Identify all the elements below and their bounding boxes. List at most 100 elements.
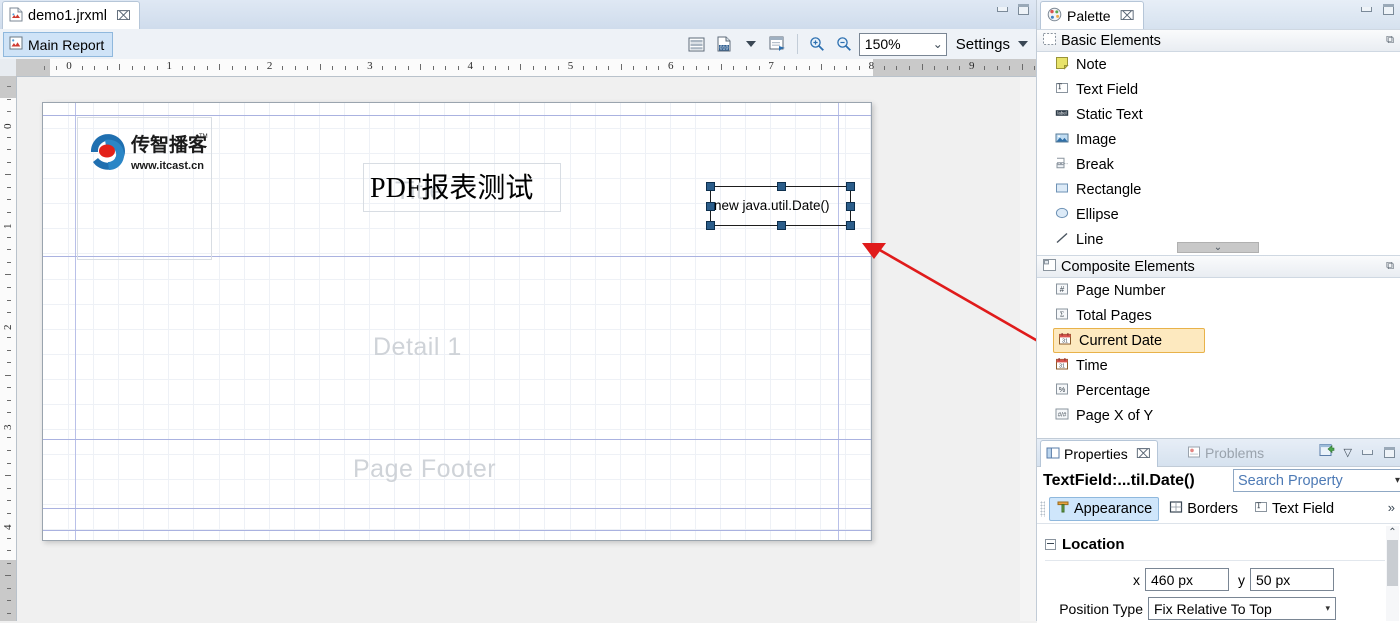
maximize-icon[interactable] <box>1383 446 1396 458</box>
grid-line <box>745 103 746 540</box>
properties-object-title: TextField:...til.Date() <box>1043 471 1195 489</box>
ruler-tick <box>520 64 522 70</box>
preview-icon[interactable] <box>766 32 790 56</box>
palette-item-rectangle[interactable]: Rectangle <box>1037 177 1400 202</box>
ruler-tick <box>119 64 121 70</box>
drawer-title: Composite Elements <box>1061 258 1195 275</box>
x-input[interactable]: 460 px <box>1145 568 1229 591</box>
palette-item-note[interactable]: Note <box>1037 52 1400 77</box>
tab-borders[interactable]: Borders <box>1163 498 1244 520</box>
bands-icon[interactable] <box>685 32 709 56</box>
ruler-tick <box>7 136 11 138</box>
drag-grip[interactable] <box>1040 500 1045 517</box>
selection-handle[interactable] <box>846 221 855 230</box>
drawer-header-composite-elements[interactable]: Composite Elements ⧉ <box>1037 255 1400 278</box>
tab-appearance[interactable]: Appearance <box>1049 496 1160 521</box>
palette-item-static-text[interactable]: label Static Text <box>1037 102 1400 127</box>
ruler-tick <box>81 66 83 70</box>
editor-tab-demo1-jrxml[interactable]: demo1.jrxml ⌧ <box>2 1 140 30</box>
palette-item-current-date[interactable]: 31 Current Date <box>1053 328 1205 353</box>
ruler-tick <box>959 66 961 70</box>
editor-toolbar-buttons: 010 150% ⌄ Settings <box>685 29 1032 59</box>
palette-scroll-down[interactable]: ⌄ <box>1177 242 1259 253</box>
new-view-icon[interactable] <box>1319 443 1335 461</box>
palette-item-text-field[interactable]: Text Field <box>1037 77 1400 102</box>
property-group-location[interactable]: Location <box>1045 536 1125 553</box>
palette-item-break[interactable]: Break <box>1037 152 1400 177</box>
close-icon[interactable]: ⌧ <box>116 8 131 24</box>
view-menu-icon[interactable]: ▽ <box>1344 446 1352 459</box>
tab-properties[interactable]: Properties ⌧ <box>1040 440 1158 467</box>
report-page[interactable]: Title Detail 1 Page Footer 传智播客 TM www.itcast… <box>42 102 872 541</box>
palette-item-image[interactable]: Image <box>1037 127 1400 152</box>
ruler-tick <box>94 66 96 70</box>
position-type-value: Fix Relative To Top <box>1154 600 1272 617</box>
scrollbar-thumb[interactable] <box>1387 540 1398 586</box>
maximize-icon[interactable] <box>1017 4 1030 15</box>
palette-item-time[interactable]: 31 Time <box>1037 353 1400 378</box>
page-number-icon: # <box>1055 282 1069 300</box>
selection-handle[interactable] <box>706 202 715 211</box>
main-report-tab[interactable]: Main Report <box>3 32 114 57</box>
location-x-row: x 460 px y 50 px <box>1133 568 1334 591</box>
palette-item-page-number[interactable]: # Page Number <box>1037 278 1400 303</box>
palette-item-total-pages[interactable]: Σ Total Pages <box>1037 303 1400 328</box>
ruler-label: 8 <box>868 60 875 72</box>
dataset-dropdown-caret[interactable] <box>739 32 763 56</box>
position-type-select[interactable]: Fix Relative To Top ▾ <box>1148 597 1336 620</box>
search-property-input[interactable]: Search Property ▾ <box>1233 469 1400 492</box>
ruler-tick <box>934 66 936 70</box>
drawer-header-basic-elements[interactable]: Basic Elements ⧉ <box>1037 29 1400 52</box>
ruler-label: 6 <box>668 60 674 72</box>
ruler-tick <box>5 374 11 376</box>
grid-line <box>269 103 270 540</box>
selection-handle[interactable] <box>846 202 855 211</box>
palette-tab[interactable]: Palette ⌧ <box>1040 1 1144 30</box>
tab-problems[interactable]: Problems <box>1187 440 1264 466</box>
collapse-icon[interactable] <box>1045 539 1056 550</box>
report-canvas[interactable]: Title Detail 1 Page Footer 传智播客 TM www.itcast… <box>17 77 1020 621</box>
zoom-level-select[interactable]: 150% ⌄ <box>858 32 947 56</box>
y-input[interactable]: 50 px <box>1250 568 1334 591</box>
minimize-icon[interactable] <box>1360 4 1373 15</box>
scroll-up-icon[interactable]: ⌃ <box>1386 526 1399 539</box>
properties-scrollbar[interactable]: ⌃ <box>1386 526 1399 621</box>
grid-line <box>670 103 671 540</box>
restore-icon[interactable]: ⧉ <box>1386 34 1394 47</box>
selection-handle[interactable] <box>776 221 786 230</box>
zoom-level-value: 150% <box>864 36 901 52</box>
palette-item-percentage[interactable]: % Percentage <box>1037 378 1400 403</box>
selection-handle[interactable] <box>706 221 715 230</box>
report-element-title[interactable]: PDF报表测试 <box>363 163 561 212</box>
palette-item-ellipse[interactable]: Ellipse <box>1037 202 1400 227</box>
zoom-out-icon[interactable] <box>832 32 856 56</box>
report-element-current-date[interactable]: new java.util.Date() <box>706 182 855 230</box>
report-element-logo[interactable]: 传智播客 TM www.itcast.cn <box>77 117 212 260</box>
minimize-icon[interactable] <box>1361 447 1374 458</box>
ruler-tick <box>7 449 11 451</box>
selection-handle[interactable] <box>706 182 715 191</box>
ruler-tick <box>319 64 321 70</box>
settings-menu-button[interactable]: Settings <box>956 36 1032 53</box>
close-icon[interactable]: ⌧ <box>1120 8 1135 24</box>
selection-handle[interactable] <box>776 182 786 191</box>
section-tabs-overflow[interactable]: » <box>1388 500 1395 515</box>
tab-text-field[interactable]: Text Field <box>1248 498 1340 520</box>
maximize-icon[interactable] <box>1382 4 1395 15</box>
palette-item-page-x-of-y[interactable]: #/# Page X of Y <box>1037 403 1400 428</box>
restore-icon[interactable]: ⧉ <box>1386 260 1394 273</box>
ruler-tick <box>532 66 534 70</box>
grid-line <box>695 103 696 540</box>
position-type-row: Position Type Fix Relative To Top ▾ <box>1045 597 1336 620</box>
selection-handle[interactable] <box>846 182 855 191</box>
ruler-tick <box>7 562 11 564</box>
palette-item-label: Time <box>1076 357 1108 374</box>
ruler-tick <box>583 66 585 70</box>
ruler-tick <box>106 66 108 70</box>
ruler-tick <box>7 550 11 552</box>
ruler-label: 5 <box>567 60 574 72</box>
dataset-icon[interactable]: 010 <box>712 32 736 56</box>
zoom-in-icon[interactable] <box>805 32 829 56</box>
close-icon[interactable]: ⌧ <box>1136 446 1151 462</box>
minimize-icon[interactable] <box>996 4 1009 15</box>
